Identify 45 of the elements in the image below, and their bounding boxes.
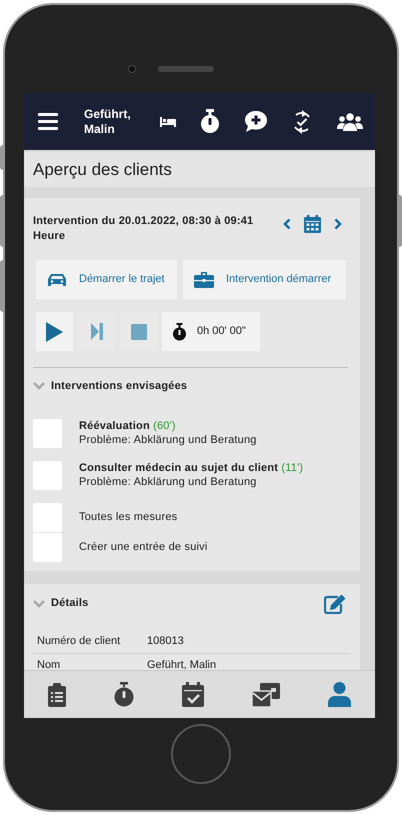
person-icon[interactable]: [328, 682, 352, 707]
field-label: Nom: [37, 658, 62, 670]
checkbox[interactable]: [33, 460, 62, 490]
chat-add-icon[interactable]: [244, 110, 268, 133]
camera-icon: [128, 65, 136, 73]
stopwatch-icon[interactable]: [114, 682, 135, 707]
chevron-left-icon[interactable]: [283, 218, 291, 230]
field-value: Geführt, Malin: [147, 658, 216, 670]
menu-icon[interactable]: [38, 113, 58, 130]
play-button[interactable]: [36, 312, 73, 351]
intervention-date: Intervention du 20.01.2022, 08:30 à 09:41 Heure: [33, 214, 254, 244]
chevron-right-icon[interactable]: [334, 218, 342, 230]
briefcase-icon: [194, 272, 214, 288]
clipboard-list-icon[interactable]: [48, 682, 66, 706]
page-title: Aperçu des clients: [33, 158, 172, 181]
problem-text: Problème: Abklärung und Beratung: [79, 433, 257, 447]
list-item-label[interactable]: Créer une entrée de suivi: [79, 540, 208, 554]
play-icon: [46, 322, 63, 342]
speaker-grille: [158, 66, 214, 72]
checkbox[interactable]: [33, 502, 62, 532]
field-value: 108013: [147, 634, 184, 649]
skip-icon: [90, 323, 102, 340]
stopwatch-icon[interactable]: [200, 109, 220, 134]
action-button[interactable]: Démarrer le trajet: [36, 260, 177, 299]
field-label: Numéro de client: [37, 634, 122, 649]
section-title: Détails: [51, 596, 88, 612]
bed-icon[interactable]: [160, 116, 176, 126]
checkbox[interactable]: [33, 532, 62, 562]
calendar-check-icon[interactable]: [182, 682, 204, 707]
problem-text: Problème: Abklärung und Beratung: [79, 475, 258, 489]
calendar-icon[interactable]: [304, 215, 321, 233]
stopwatch-icon: [172, 322, 187, 340]
list-item-label[interactable]: Toutes les mesures: [79, 510, 178, 524]
intervention-title: Réévaluation (60'): [79, 419, 177, 433]
group-icon[interactable]: [337, 112, 363, 130]
user-name: Geführt, Malin: [84, 106, 132, 136]
section-title: Interventions envisagées: [51, 379, 188, 394]
action-button[interactable]: Intervention démarrer: [183, 260, 346, 299]
intervention-title: Consulter médecin au sujet du client (11'): [79, 461, 304, 475]
stop-icon: [130, 324, 146, 340]
car-icon: [47, 272, 67, 286]
envelopes-icon[interactable]: [252, 682, 280, 706]
edit-icon[interactable]: [324, 594, 346, 614]
checkbox[interactable]: [33, 418, 62, 448]
timer-display: 0h 00' 00": [162, 312, 260, 351]
